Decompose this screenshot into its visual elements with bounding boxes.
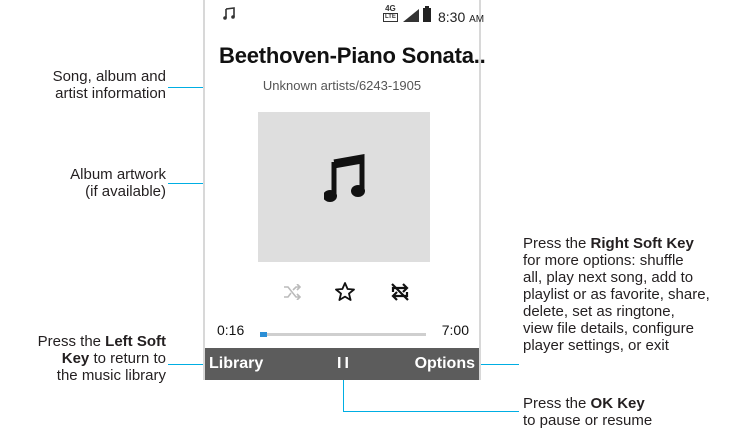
callout-left-bold2: Key [61,350,90,367]
callout-left-pre: Press the [37,333,106,350]
current-time: 0:16 [217,322,245,338]
callout-artwork: Album artwork (if available) [20,166,166,200]
callout-right-soft-key-line3: all, play next song, add to [523,269,694,286]
total-time: 7:00 [441,322,469,338]
callout-ok-key-line1: Press the OK Key [523,395,743,412]
callout-right-soft-key-line6: view file details, configure [523,320,694,337]
callout-line-left-key [168,364,206,365]
callout-line-right-key [479,364,519,365]
music-note-icon [324,154,365,202]
callout-ok-key-line2: to pause or resume [523,412,653,429]
callout-song-info: Song, album and artist information [20,68,166,102]
softkey-bar: Library II Options [205,348,479,380]
network-type-icon: 4G LTE [383,5,398,22]
callout-right-soft-key: Press the Right Soft Key for more option… [523,235,753,354]
status-clock: 8:30 AM [438,9,484,25]
callout-left-soft-key-line1: Press the Left Soft [0,333,166,350]
song-subtitle: Unknown artists/6243-1905 [262,78,422,93]
shuffle-icon[interactable] [283,283,302,305]
phone-screen: 4G LTE 8:30 AM Beethoven-Piano Sonata.. … [203,0,486,380]
battery-icon [423,6,431,22]
progress-track[interactable] [260,333,426,336]
callout-ok-bold: OK Key [590,395,645,412]
callout-ok-key: Press the OK Key to pause or resume [523,395,743,429]
clock-suffix: AM [469,14,485,25]
callout-right-soft-key-line1: Press the Right Soft Key [523,235,753,252]
network-sub-label: LTE [383,13,398,22]
network-label: 4G [385,4,396,13]
callout-left-bold1: Left Soft [105,333,166,350]
music-note-icon [223,7,235,26]
repeat-off-icon[interactable] [390,283,410,306]
clock-time: 8:30 [438,9,466,25]
right-soft-key-options[interactable]: Options [415,355,475,373]
callout-right-soft-key-line4: playlist or as favorite, share, [523,286,710,303]
left-soft-key-library[interactable]: Library [209,355,263,373]
progress-row: 0:16 7:00 [205,322,479,342]
ok-key-pause[interactable]: II [337,355,352,373]
callout-right-pre: Press the [523,235,591,252]
callout-right-bold: Right Soft Key [590,235,694,252]
callout-right-soft-key-line5: delete, set as ringtone, [523,303,675,320]
callout-artwork-line2: (if available) [85,183,166,200]
callout-song-info-line1: Song, album and [52,68,166,85]
callout-left-post: to return to [89,350,166,367]
progress-fill [260,332,267,337]
status-bar: 4G LTE 8:30 AM [205,0,484,32]
callout-ok-pre: Press the [523,395,591,412]
callout-left-soft-key: Press the Left Soft Key to return to the… [0,333,166,384]
callout-line-ok-horizontal [343,411,519,412]
callout-left-soft-key-line2: Key to return to [0,350,166,367]
album-artwork [258,112,430,262]
favorite-star-icon[interactable] [335,282,355,307]
signal-strength-icon [403,9,419,27]
song-title: Beethoven-Piano Sonata.. [219,43,486,68]
callout-right-soft-key-line7: player settings, or exit [523,337,669,354]
callout-right-soft-key-line2: for more options: shuffle [523,252,684,269]
callout-artwork-line1: Album artwork [70,166,166,183]
callout-left-soft-key-line3: the music library [56,367,166,384]
callout-song-info-line2: artist information [55,85,166,102]
